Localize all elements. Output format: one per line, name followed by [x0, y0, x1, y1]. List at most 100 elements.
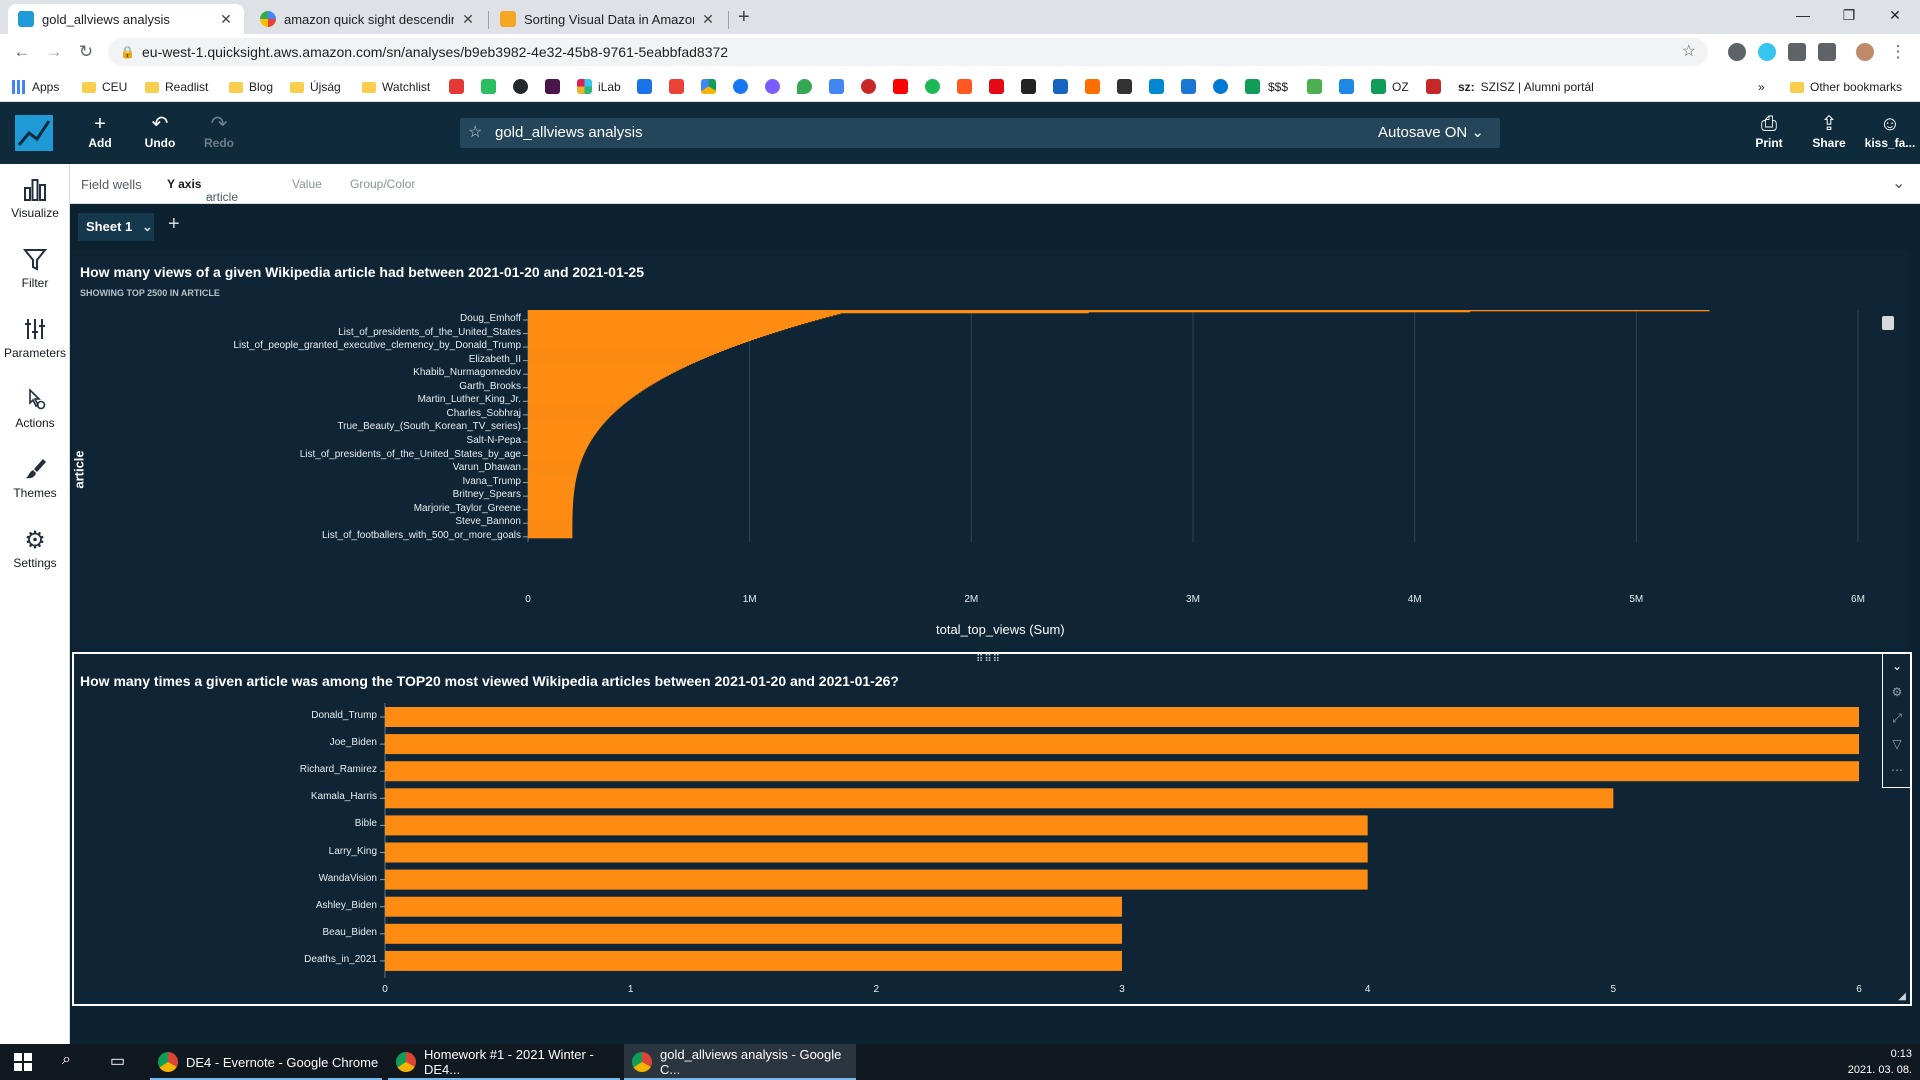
- analysis-title-bar[interactable]: ☆ gold_allviews analysis Autosave ON ⌄: [460, 118, 1500, 148]
- rail-visualize[interactable]: Visualize: [0, 176, 70, 220]
- bookmark-money[interactable]: $$$: [1268, 78, 1288, 96]
- undo-button[interactable]: ↶ Undo: [135, 112, 185, 150]
- tab-amazon-search[interactable]: amazon quick sight descending o ✕: [250, 4, 486, 34]
- profile-avatar[interactable]: [1856, 43, 1874, 61]
- tab-sorting-visual[interactable]: Sorting Visual Data in Amazon Q ✕: [490, 4, 726, 34]
- system-clock[interactable]: 0:13 2021. 03. 08.: [1842, 1046, 1912, 1078]
- slack-icon[interactable]: [577, 79, 592, 94]
- google-drive-icon[interactable]: [701, 79, 716, 94]
- rail-filter[interactable]: Filter: [0, 246, 70, 290]
- user-menu[interactable]: ☺ kiss_fa...: [1862, 112, 1918, 150]
- bookmark-icon[interactable]: [637, 79, 652, 94]
- bookmark-icon[interactable]: [1181, 79, 1196, 94]
- new-tab-button[interactable]: +: [738, 6, 750, 29]
- sheets-icon[interactable]: [1371, 79, 1386, 94]
- resize-handle-icon[interactable]: ◢: [1898, 991, 1906, 1002]
- back-icon[interactable]: ←: [10, 40, 34, 64]
- bookmark-icon[interactable]: [861, 79, 876, 94]
- rail-actions[interactable]: Actions: [0, 386, 70, 430]
- github-icon[interactable]: [513, 79, 528, 94]
- taskbar-app-homework[interactable]: Homework #1 - 2021 Winter - DE4...: [388, 1044, 620, 1080]
- spotify-icon[interactable]: [925, 79, 940, 94]
- bookmark-szisz[interactable]: sz: SZISZ | Alumni portál: [1458, 78, 1594, 96]
- extension-icon[interactable]: [1758, 43, 1776, 61]
- taskbar-app-quicksight[interactable]: gold_allviews analysis - Google C...: [624, 1044, 856, 1080]
- sheets-icon[interactable]: [1245, 79, 1260, 94]
- bookmark-watchlist[interactable]: Watchlist: [362, 78, 430, 96]
- bookmark-ujsag[interactable]: Újság: [290, 78, 341, 96]
- chevron-down-icon[interactable]: ⌄: [142, 219, 153, 234]
- minimize-icon[interactable]: —: [1780, 0, 1826, 30]
- taskbar-app-evernote[interactable]: DE4 - Evernote - Google Chrome: [150, 1044, 382, 1080]
- bookmark-icon[interactable]: [1053, 79, 1068, 94]
- bookmark-star-icon[interactable]: ☆: [1682, 38, 1696, 66]
- puzzle-icon[interactable]: [1788, 43, 1806, 61]
- group-color-well[interactable]: Group/Color: [350, 177, 415, 191]
- evernote-icon[interactable]: [481, 79, 496, 94]
- bookmark-icon[interactable]: [1339, 79, 1354, 94]
- onedrive-icon[interactable]: [1213, 79, 1228, 94]
- bookmark-blog[interactable]: Blog: [229, 78, 273, 96]
- facebook-icon[interactable]: [733, 79, 748, 94]
- messenger-icon[interactable]: [765, 79, 780, 94]
- gear-icon[interactable]: ⚙: [1886, 682, 1908, 702]
- analysis-name[interactable]: gold_allviews analysis: [495, 118, 643, 148]
- collapse-chevron-icon[interactable]: ⌄: [1886, 656, 1908, 676]
- bookmark-readlist[interactable]: Readlist: [145, 78, 208, 96]
- netflix-icon[interactable]: [989, 79, 1004, 94]
- bookmark-apps[interactable]: Apps: [12, 78, 59, 96]
- bookmark-icon[interactable]: [449, 79, 464, 94]
- more-options-icon[interactable]: ⋯: [1886, 760, 1908, 780]
- reload-icon[interactable]: ↻: [74, 40, 98, 64]
- autosave-dropdown[interactable]: Autosave ON ⌄: [1378, 118, 1484, 148]
- youtube-icon[interactable]: [893, 79, 908, 94]
- slack-icon[interactable]: [545, 79, 560, 94]
- forward-icon[interactable]: →: [42, 40, 66, 64]
- other-bookmarks[interactable]: Other bookmarks: [1790, 78, 1902, 96]
- extension-icon[interactable]: [1728, 43, 1746, 61]
- favorite-star-icon[interactable]: ☆: [468, 118, 482, 148]
- menu-icon[interactable]: ⋮: [1886, 40, 1910, 64]
- tab-gold-allviews[interactable]: gold_allviews analysis ✕: [8, 4, 244, 34]
- collapse-wells-chevron-icon[interactable]: ⌄: [1892, 173, 1905, 193]
- bookmark-icon[interactable]: [1307, 79, 1322, 94]
- visual-top20-counts[interactable]: ⠿⠿⠿ How many times a given article was a…: [72, 652, 1912, 1006]
- bookmark-icon[interactable]: [1085, 79, 1100, 94]
- visual-top-views[interactable]: How many views of a given Wikipedia arti…: [72, 250, 1908, 650]
- close-icon[interactable]: ✕: [218, 11, 234, 28]
- search-icon[interactable]: ⌕: [62, 1051, 71, 1069]
- filter-icon[interactable]: ▽: [1886, 734, 1908, 754]
- rail-settings[interactable]: ⚙ Settings: [0, 526, 70, 570]
- restore-icon[interactable]: ❐: [1826, 0, 1872, 30]
- close-icon[interactable]: ✕: [700, 11, 716, 28]
- bookmark-icon[interactable]: [957, 79, 972, 94]
- rail-themes[interactable]: Themes: [0, 456, 70, 500]
- sheet-tab[interactable]: Sheet 1 ⌄: [78, 213, 154, 241]
- reading-list-icon[interactable]: [1818, 43, 1836, 61]
- bookmarks-overflow-button[interactable]: »: [1758, 78, 1765, 96]
- value-well[interactable]: Value: [292, 177, 322, 191]
- bookmark-icon[interactable]: [1149, 79, 1164, 94]
- share-button[interactable]: ⇪ Share: [1804, 112, 1854, 150]
- maps-icon[interactable]: [797, 79, 812, 94]
- bookmark-ceu[interactable]: CEU: [82, 78, 127, 96]
- close-icon[interactable]: ✕: [460, 11, 476, 28]
- bookmark-oz[interactable]: OZ: [1392, 78, 1409, 96]
- bookmark-icon[interactable]: [1117, 79, 1132, 94]
- field-wells-label[interactable]: Field wells: [81, 177, 142, 192]
- windows-start-icon[interactable]: [14, 1053, 32, 1071]
- quicksight-logo[interactable]: [15, 115, 53, 151]
- add-sheet-button[interactable]: +: [168, 213, 180, 236]
- rail-parameters[interactable]: Parameters: [0, 316, 70, 360]
- address-bar[interactable]: 🔒 eu-west-1.quicksight.aws.amazon.com/sn…: [108, 38, 1708, 66]
- bookmark-ilab[interactable]: iLab: [598, 78, 621, 96]
- gmail-icon[interactable]: [669, 79, 684, 94]
- task-view-icon[interactable]: ▭: [110, 1051, 125, 1071]
- translate-icon[interactable]: [829, 79, 844, 94]
- print-button[interactable]: ⎙ Print: [1744, 112, 1794, 150]
- bookmark-icon[interactable]: [1021, 79, 1036, 94]
- redo-button[interactable]: ↷ Redo: [194, 112, 244, 150]
- window-close-icon[interactable]: ✕: [1872, 0, 1918, 30]
- bookmark-icon[interactable]: [1426, 79, 1441, 94]
- add-button[interactable]: + Add: [75, 112, 125, 150]
